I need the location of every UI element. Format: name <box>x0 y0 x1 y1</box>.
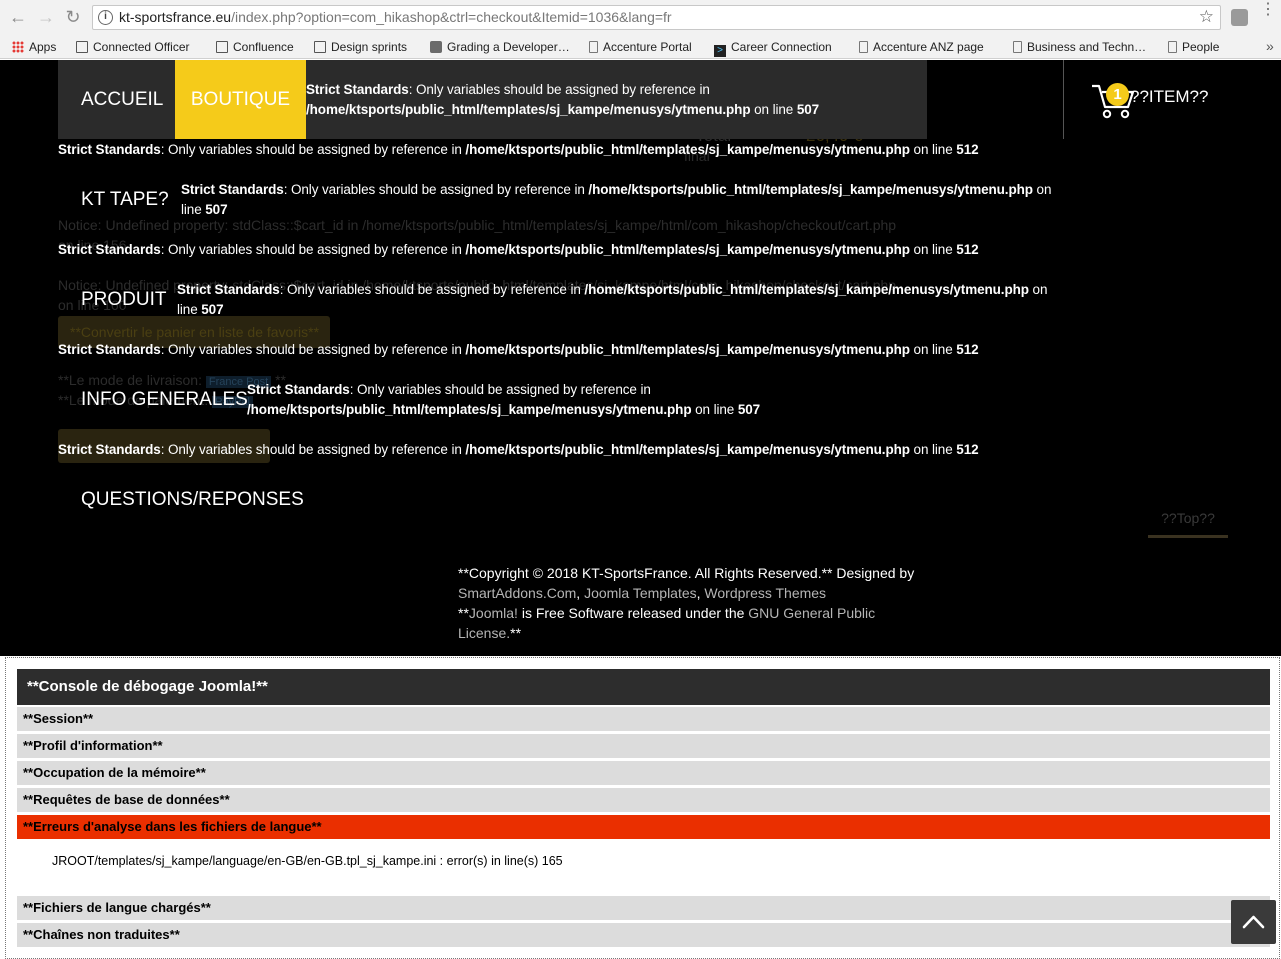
bookmark-star-icon[interactable]: ☆ <box>1199 7 1214 27</box>
joomla-debug-console: **Console de débogage Joomla!** **Sessio… <box>5 657 1280 959</box>
browser-menu-icon[interactable]: ⋮ <box>1260 2 1276 18</box>
menu-accueil[interactable]: ACCUEIL <box>58 60 163 139</box>
menu-produit[interactable]: PRODUIT <box>58 260 167 339</box>
php-warning: Strict Standards: Only variables should … <box>58 442 979 457</box>
php-warning: Strict Standards: Only variables should … <box>58 242 979 257</box>
license-line: **Joomla! is Free Software released unde… <box>458 605 876 641</box>
cart-divider <box>1063 60 1064 139</box>
php-warning: Strict Standards: Only variables should … <box>181 182 1052 217</box>
address-bar[interactable]: i kt-sportsfrance.eu/index.php?option=co… <box>92 5 1221 30</box>
debug-row-queries[interactable]: **Requêtes de base de données** <box>17 788 1270 812</box>
avatar-icon <box>430 41 442 53</box>
folder-icon <box>76 41 88 53</box>
extension-icon[interactable] <box>1231 9 1248 26</box>
designer-links: SmartAddons.Com, Joomla Templates, Wordp… <box>458 585 827 601</box>
bookmarks-bar: Apps Connected Officer Confluence Design… <box>0 35 1281 59</box>
bookmark-connected-officer[interactable]: Connected Officer <box>76 38 190 56</box>
joomla-link[interactable]: Joomla! <box>469 605 518 621</box>
debug-row-session[interactable]: **Session** <box>17 707 1270 731</box>
cart-count-badge: 1 <box>1106 83 1129 106</box>
page-icon <box>589 41 598 53</box>
bookmark-career-connection[interactable]: > Career Connection <box>714 38 832 57</box>
php-warning: Strict Standards: Only variables should … <box>177 282 1048 317</box>
bookmark-apps[interactable]: Apps <box>12 38 56 56</box>
accenture-icon: > <box>714 45 726 57</box>
bookmark-people[interactable]: People <box>1168 38 1219 56</box>
bookmarks-overflow-icon[interactable]: » <box>1266 38 1274 54</box>
cart-label[interactable]: ??ITEM?? <box>1130 87 1208 107</box>
browser-toolbar: ← → ↻ i kt-sportsfrance.eu/index.php?opt… <box>0 0 1281 35</box>
page-icon <box>1168 41 1177 53</box>
debug-row-untranslated[interactable]: **Chaînes non traduites** <box>17 923 1270 947</box>
php-warning: Strict Standards: Only variables should … <box>306 82 820 117</box>
php-warning: Strict Standards: Only variables should … <box>247 382 761 417</box>
copyright-line: **Copyright © 2018 KT-SportsFrance. All … <box>458 565 915 581</box>
page-icon <box>1013 41 1022 53</box>
to-top-link[interactable]: ??Top?? <box>1148 508 1228 538</box>
bookmark-confluence[interactable]: Confluence <box>216 38 294 56</box>
debug-console-title: **Console de débogage Joomla!** <box>17 669 1270 705</box>
site-page: **Total 26,49 € final Notice: Undefined … <box>0 60 1281 656</box>
language-error-detail: JROOT/templates/sj_kampe/language/en-GB/… <box>52 854 563 868</box>
url-text[interactable]: kt-sportsfrance.eu/index.php?option=com_… <box>119 9 672 25</box>
debug-row-memory[interactable]: **Occupation de la mémoire** <box>17 761 1270 785</box>
footer-copyright: **Copyright © 2018 KT-SportsFrance. All … <box>458 563 938 643</box>
forward-arrow-icon[interactable]: → <box>36 7 56 27</box>
bookmark-grading[interactable]: Grading a Developer… <box>430 38 570 56</box>
chevron-up-icon <box>1242 915 1265 929</box>
reload-icon[interactable]: ↻ <box>63 7 83 27</box>
wordpress-themes-link[interactable]: Wordpress Themes <box>704 585 826 601</box>
folder-icon <box>216 41 228 53</box>
bookmark-accenture-portal[interactable]: Accenture Portal <box>589 38 692 56</box>
bookmark-business-tech[interactable]: Business and Techn… <box>1013 38 1146 56</box>
debug-row-loaded-files[interactable]: **Fichiers de langue chargés** <box>17 896 1270 920</box>
php-warning: Strict Standards: Only variables should … <box>58 142 979 157</box>
scroll-to-top-button[interactable] <box>1231 900 1276 944</box>
back-arrow-icon[interactable]: ← <box>8 7 28 27</box>
site-info-icon[interactable]: i <box>98 10 113 25</box>
bookmark-accenture-anz[interactable]: Accenture ANZ page <box>859 38 984 56</box>
apps-grid-icon <box>12 41 24 53</box>
debug-row-profile[interactable]: **Profil d'information** <box>17 734 1270 758</box>
php-warning: Strict Standards: Only variables should … <box>58 342 979 357</box>
page-icon <box>859 41 868 53</box>
menu-boutique[interactable]: BOUTIQUE <box>175 60 306 139</box>
folder-icon <box>314 41 326 53</box>
menu-kt-tape[interactable]: KT TAPE? <box>58 160 169 239</box>
menu-questions-reponses[interactable]: QUESTIONS/REPONSES <box>58 460 304 539</box>
bookmark-design-sprints[interactable]: Design sprints <box>314 38 407 56</box>
debug-row-language-errors[interactable]: **Erreurs d'analyse dans les fichiers de… <box>17 815 1270 839</box>
joomla-templates-link[interactable]: Joomla Templates <box>584 585 697 601</box>
menu-info-generales[interactable]: INFO GENERALES <box>58 360 248 439</box>
smartaddons-link[interactable]: SmartAddons.Com <box>458 585 576 601</box>
